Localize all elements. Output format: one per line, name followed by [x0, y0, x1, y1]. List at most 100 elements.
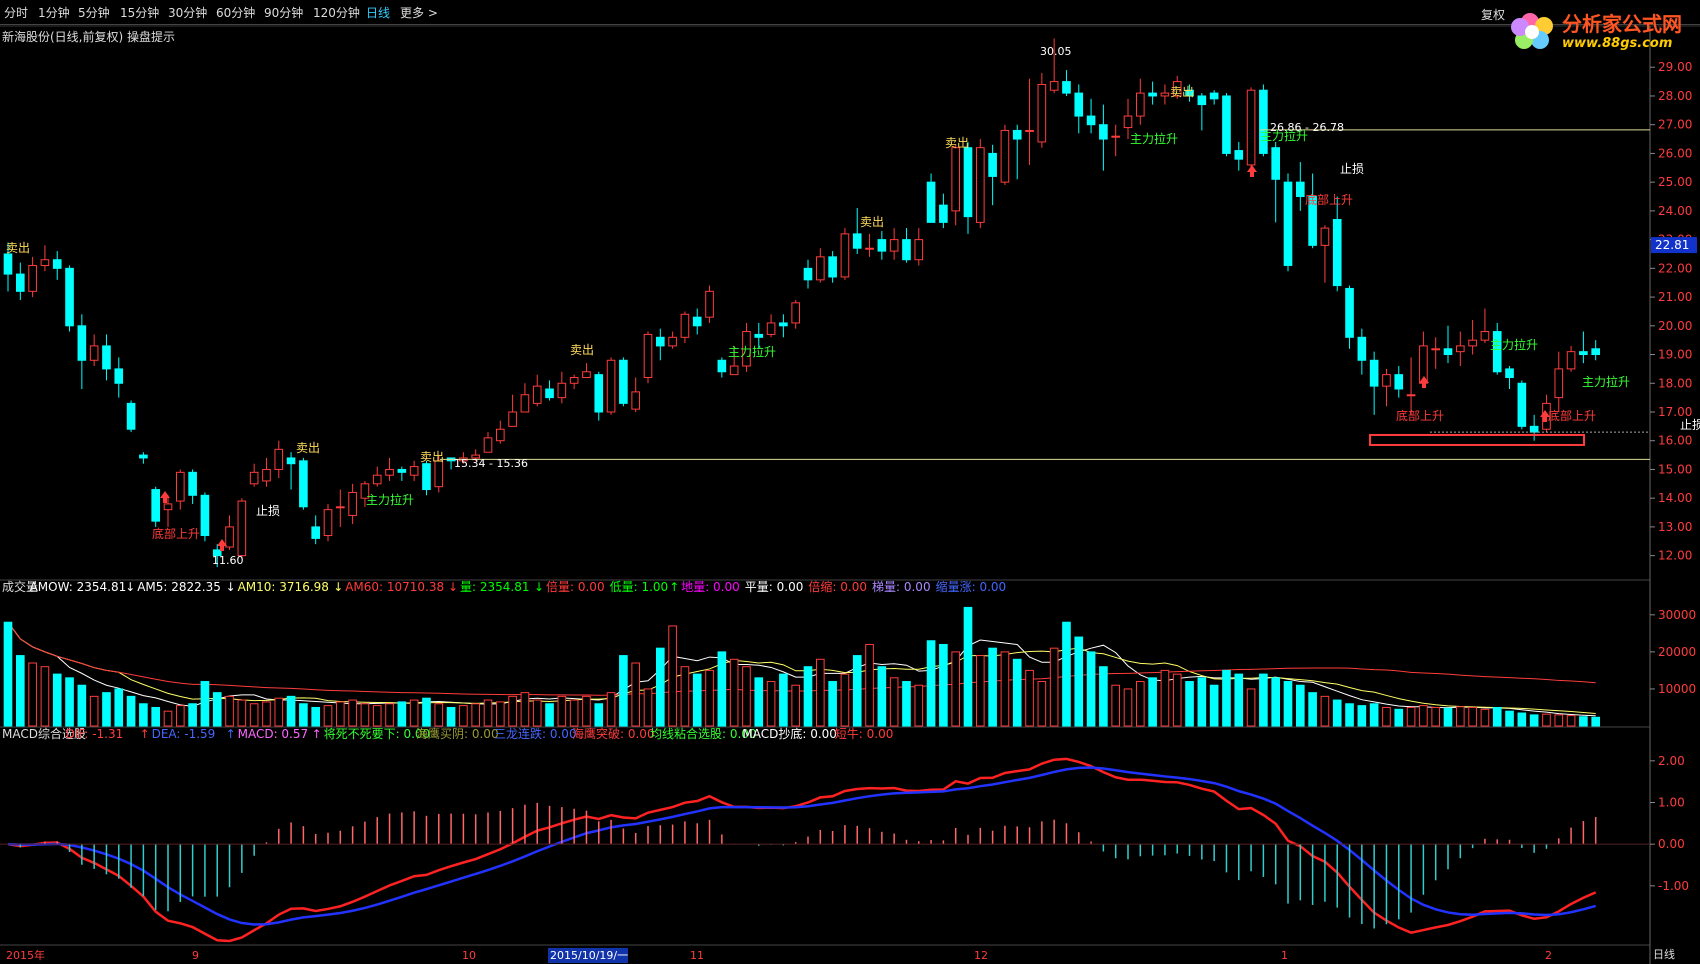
- candle-body: [1111, 135, 1121, 138]
- volume-bar: [1443, 707, 1453, 727]
- legend-item: 将死不死要下: 0.00: [324, 727, 431, 741]
- tab-4[interactable]: 30分钟: [168, 4, 207, 21]
- legend-arrow: ↑: [140, 727, 150, 741]
- candle-body: [803, 267, 813, 281]
- candle-body: [939, 204, 948, 223]
- candle-body: [1234, 150, 1244, 160]
- bottom-up-label: 底部上升: [1396, 408, 1444, 423]
- volume-bar: [1308, 692, 1317, 727]
- candle-body: [1579, 351, 1588, 356]
- volume-bar: [643, 688, 653, 727]
- volume-bar: [1566, 715, 1576, 727]
- volume-bar: [1431, 706, 1441, 727]
- candle-body: [434, 460, 444, 488]
- candle-body: [1443, 348, 1453, 356]
- volume-ma60: [7, 621, 1596, 696]
- price-tick-label: 29.00: [1658, 60, 1692, 74]
- price-tick-label: 26.00: [1658, 146, 1692, 160]
- candle-body: [668, 336, 677, 347]
- tab-0[interactable]: 分时: [4, 4, 28, 21]
- candle-body: [791, 302, 801, 324]
- volume-bar: [114, 688, 124, 727]
- tab-7[interactable]: 120分钟: [313, 4, 360, 21]
- candle-body: [606, 359, 616, 413]
- candle-body: [175, 471, 185, 502]
- legend-arrow: ↑: [226, 727, 236, 741]
- candle-body: [1591, 348, 1601, 356]
- legend-item: 三龙连跌: 0.00: [494, 726, 577, 741]
- candle-body: [594, 374, 604, 413]
- candle-body: [1135, 92, 1145, 117]
- volume-bar: [1037, 681, 1047, 727]
- candle-body: [422, 463, 431, 491]
- candle-body: [1529, 425, 1539, 433]
- candle-body: [914, 239, 924, 261]
- volume-bar: [582, 695, 591, 727]
- candle-body: [1049, 81, 1059, 91]
- volume-bar: [175, 705, 185, 727]
- candle-body: [1209, 92, 1219, 100]
- price-axis: 29.0028.0027.0026.0025.0024.0023.0022.00…: [1650, 60, 1697, 563]
- volume-bar: [606, 692, 616, 727]
- volume-bar: [914, 684, 924, 727]
- candle-body: [1148, 92, 1157, 97]
- tab-5[interactable]: 60分钟: [216, 4, 255, 21]
- volume-bar: [1074, 636, 1084, 727]
- candle-body: [77, 325, 87, 361]
- tab-1[interactable]: 1分钟: [38, 4, 70, 21]
- logo-url: www.88gs.com: [1562, 36, 1673, 51]
- candle-body: [495, 428, 505, 442]
- price-tick-label: 14.00: [1658, 491, 1692, 505]
- volume-bar: [828, 681, 837, 727]
- logo-name: 分析家公式网: [1562, 12, 1682, 36]
- volume-bars: 30000 20000 10000: [3, 606, 1696, 727]
- tab-9[interactable]: 更多 >: [400, 4, 438, 21]
- candle-body: [200, 494, 210, 537]
- volume-bar: [1369, 703, 1379, 727]
- candle-body: [766, 322, 776, 335]
- stock-chart[interactable]: 30000 20000 10000 2.00 1.00 0.00 -1.00 29.00 2…: [0, 0, 1700, 964]
- volume-bar: [1554, 714, 1564, 727]
- volume-bar: [163, 710, 173, 727]
- candle-body: [1505, 368, 1514, 379]
- candle-body: [680, 313, 690, 338]
- volume-bar: [975, 655, 985, 727]
- dif-line: [7, 757, 1597, 943]
- current-price-label: 22.81: [1655, 238, 1689, 252]
- bottom-up-label: 底部上升: [1548, 408, 1596, 423]
- candle-body: [89, 345, 99, 361]
- tab-8[interactable]: 日线: [366, 4, 390, 21]
- volume-bar: [1062, 621, 1071, 727]
- volume-bar: [840, 673, 850, 727]
- volume-bar: [803, 666, 813, 727]
- chart-annotations: 30.0511.6015.34 - 15.3626.86 - 26.78止损止损…: [2, 45, 1700, 963]
- sell-signal-label: 卖出: [6, 241, 30, 255]
- macd-tick-label: 0.00: [1658, 837, 1685, 851]
- candle-body: [582, 371, 591, 379]
- legend-item: AMOW: 2354.81: [30, 580, 127, 594]
- volume-legend: 成交量AMOW: 2354.81↓ AM5: 2822.35 ↓ AM10: 3716…: [2, 579, 1006, 594]
- volume-bar: [1246, 688, 1256, 727]
- volume-bar: [631, 662, 641, 727]
- volume-bar: [151, 706, 161, 727]
- volume-bar: [495, 701, 505, 727]
- volume-bar: [335, 701, 345, 727]
- candle-body: [126, 402, 136, 430]
- tab-6[interactable]: 90分钟: [264, 4, 303, 21]
- stop-loss-label: 止损: [1680, 418, 1700, 432]
- volume-bar: [963, 606, 973, 727]
- candle-body: [225, 526, 234, 548]
- tab-3[interactable]: 15分钟: [120, 4, 159, 21]
- candle-body: [299, 460, 308, 508]
- volume-bar: [15, 655, 25, 727]
- legend-item: 短牛: 0.00: [835, 726, 894, 741]
- volume-bar: [877, 666, 887, 727]
- candle-body: [1074, 92, 1084, 117]
- tab-2[interactable]: 5分钟: [78, 4, 110, 21]
- candle-body: [1283, 181, 1293, 266]
- date-axis: 2015年 9 10 2015/10/19/一 11 12 1 2: [6, 948, 1552, 963]
- candle-body: [409, 466, 419, 476]
- legend-item: AM5: 2822.35: [137, 580, 221, 594]
- legend-item: DIF: -1.31: [66, 727, 124, 741]
- legend-item: 地量: 0.00: [681, 580, 740, 594]
